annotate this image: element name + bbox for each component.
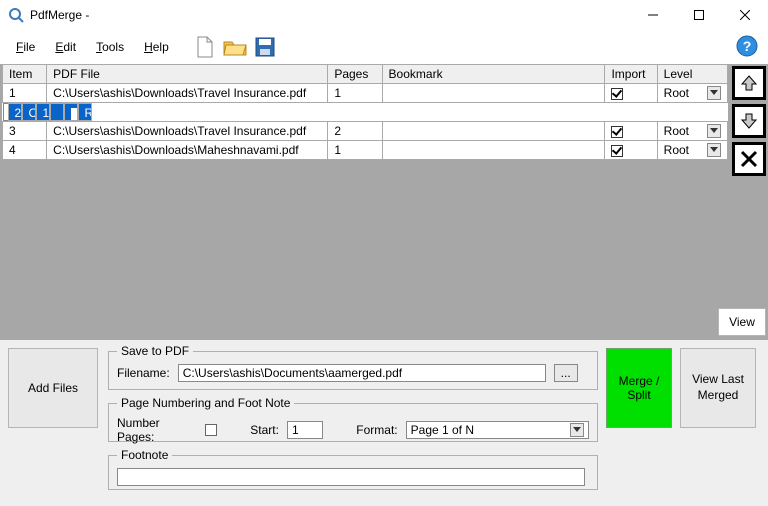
chevron-down-icon[interactable] xyxy=(707,143,721,157)
chevron-down-icon[interactable] xyxy=(707,86,721,100)
open-folder-icon[interactable] xyxy=(223,35,247,59)
footnote-group: Footnote xyxy=(108,448,598,490)
page-numbering-group: Page Numbering and Foot Note Number Page… xyxy=(108,396,598,442)
footnote-input[interactable] xyxy=(117,468,585,486)
number-pages-checkbox[interactable] xyxy=(205,424,217,436)
footnote-legend: Footnote xyxy=(117,448,172,462)
th-pages[interactable]: Pages xyxy=(328,65,382,84)
th-file[interactable]: PDF File xyxy=(47,65,328,84)
minimize-button[interactable] xyxy=(630,0,676,30)
table-row[interactable]: 4C:\Users\ashis\Downloads\Maheshnavami.p… xyxy=(3,141,728,160)
th-import[interactable]: Import xyxy=(605,65,657,84)
save-group-legend: Save to PDF xyxy=(117,344,193,358)
menu-edit[interactable]: Edit xyxy=(47,38,84,56)
th-item[interactable]: Item xyxy=(3,65,47,84)
menu-tools[interactable]: Tools xyxy=(88,38,132,56)
level-value: Root xyxy=(664,86,689,100)
format-value: Page 1 of N xyxy=(411,423,474,437)
save-to-pdf-group: Save to PDF Filename: ... xyxy=(108,344,598,390)
move-up-button[interactable] xyxy=(732,66,766,100)
window-title: PdfMerge - xyxy=(30,8,89,22)
chevron-down-icon xyxy=(570,423,584,437)
th-bookmark[interactable]: Bookmark xyxy=(382,65,605,84)
start-label: Start: xyxy=(250,423,279,437)
window-titlebar: PdfMerge - xyxy=(0,0,768,30)
menu-edit-rest: dit xyxy=(63,40,76,54)
format-label: Format: xyxy=(356,423,397,437)
th-level[interactable]: Level xyxy=(657,65,727,84)
add-files-button[interactable]: Add Files xyxy=(8,348,98,428)
menu-file[interactable]: File xyxy=(8,38,43,56)
help-icon[interactable]: ? xyxy=(736,35,760,59)
browse-button[interactable]: ... xyxy=(554,364,578,382)
bottom-panel: Add Files Save to PDF Filename: ... Page… xyxy=(0,340,768,506)
table-row[interactable]: 2C:\Users\ashis\Downloads\acph form.pdf1… xyxy=(3,103,47,121)
app-icon xyxy=(8,7,24,23)
filename-label: Filename: xyxy=(117,366,170,380)
view-last-label: View Last Merged xyxy=(681,372,755,403)
view-last-merged-button[interactable]: View Last Merged xyxy=(680,348,756,428)
table-row[interactable]: 1C:\Users\ashis\Downloads\Travel Insuran… xyxy=(3,84,728,103)
menu-help-rest: elp xyxy=(153,40,169,54)
format-select[interactable]: Page 1 of N xyxy=(406,421,589,439)
menu-file-rest: ile xyxy=(23,40,35,54)
level-value: Root xyxy=(85,106,92,120)
chevron-down-icon[interactable] xyxy=(707,124,721,138)
menu-tools-rest: ools xyxy=(102,40,124,54)
move-down-button[interactable] xyxy=(732,104,766,138)
merge-split-button[interactable]: Merge / Split xyxy=(606,348,672,428)
import-checkbox[interactable] xyxy=(611,126,623,138)
start-input[interactable] xyxy=(287,421,323,439)
new-file-icon[interactable] xyxy=(193,35,217,59)
table-row[interactable]: 3C:\Users\ashis\Downloads\Travel Insuran… xyxy=(3,122,728,141)
level-value: Root xyxy=(664,143,689,157)
svg-text:?: ? xyxy=(743,38,752,54)
number-pages-label: Number Pages: xyxy=(117,416,197,444)
maximize-button[interactable] xyxy=(676,0,722,30)
import-checkbox[interactable] xyxy=(611,88,623,100)
menubar: File Edit Tools Help ? xyxy=(0,30,768,64)
filename-input[interactable] xyxy=(178,364,546,382)
level-value: Root xyxy=(664,124,689,138)
grid-area: Item PDF File Pages Bookmark Import Leve… xyxy=(0,64,768,340)
file-table[interactable]: Item PDF File Pages Bookmark Import Leve… xyxy=(2,64,728,160)
close-button[interactable] xyxy=(722,0,768,30)
remove-button[interactable] xyxy=(732,142,766,176)
menu-help[interactable]: Help xyxy=(136,38,177,56)
view-button[interactable]: View xyxy=(718,308,766,336)
import-checkbox[interactable] xyxy=(611,145,623,157)
import-checkbox[interactable] xyxy=(71,108,78,120)
pn-group-legend: Page Numbering and Foot Note xyxy=(117,396,294,410)
save-icon[interactable] xyxy=(253,35,277,59)
